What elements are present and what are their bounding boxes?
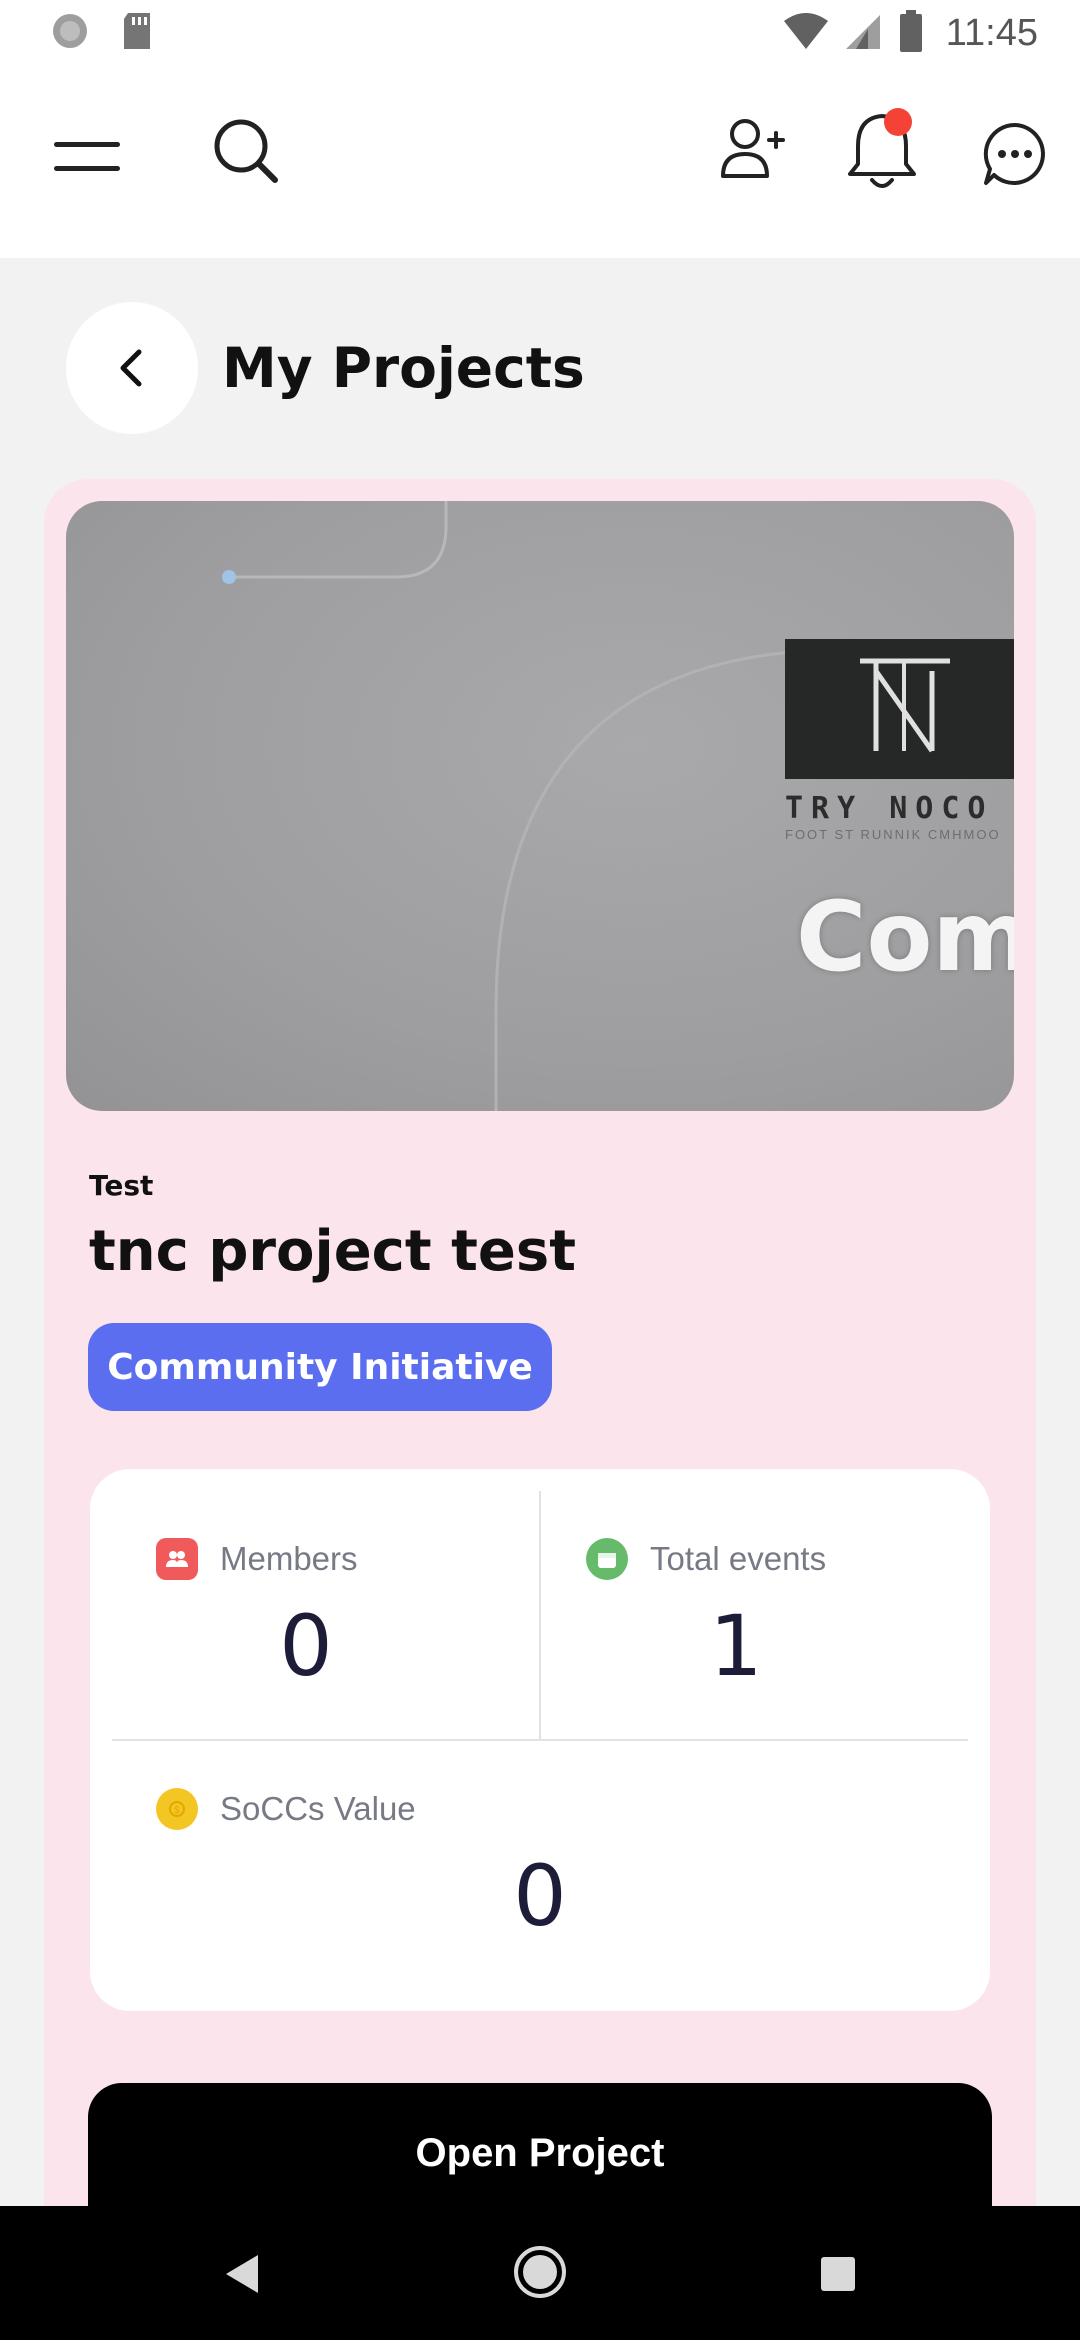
- stats-horizontal-divider: [112, 1739, 968, 1741]
- soccs-label: SoCCs Value: [220, 1790, 416, 1827]
- project-cover-image: TRY NOCO FOOT ST RUNNIK CMHMOO Com: [66, 501, 1014, 1111]
- soccs-value: 0: [513, 1847, 567, 1945]
- signal-icon: [844, 11, 884, 56]
- app-bar: [0, 66, 1080, 258]
- bell-icon[interactable]: [842, 104, 922, 196]
- sd-card-icon: [120, 11, 154, 56]
- nav-home-icon[interactable]: [508, 2240, 572, 2304]
- events-stat: Total events: [586, 1538, 826, 1580]
- menu-icon[interactable]: [50, 120, 126, 196]
- project-stats: Members 0 Total events 1 $ SoCCs Value 0: [90, 1469, 990, 2011]
- members-label: Members: [220, 1540, 358, 1577]
- tnc-logo-icon: [860, 658, 950, 753]
- logo-subtext: FOOT ST RUNNIK CMHMOO: [785, 827, 1001, 842]
- events-label: Total events: [650, 1540, 827, 1577]
- project-type-tag: Community Initiative: [88, 1323, 552, 1411]
- events-icon: [586, 1538, 628, 1580]
- page-header: My Projects: [66, 302, 585, 434]
- nav-back-icon[interactable]: [210, 2242, 274, 2306]
- members-stat: Members: [156, 1538, 358, 1580]
- back-button[interactable]: [66, 302, 198, 434]
- battery-icon: [898, 9, 924, 57]
- members-icon: [156, 1538, 198, 1580]
- members-value: 0: [279, 1597, 333, 1695]
- status-time: 11:45: [945, 11, 1038, 54]
- page-title: My Projects: [222, 336, 585, 400]
- sync-icon: [50, 11, 90, 56]
- add-user-icon[interactable]: [714, 106, 790, 192]
- logo-block: [785, 639, 1014, 779]
- soccs-stat: $ SoCCs Value: [156, 1788, 416, 1830]
- stats-vertical-divider: [539, 1491, 541, 1741]
- nav-recents-icon[interactable]: [806, 2242, 870, 2306]
- chat-icon[interactable]: [975, 114, 1055, 194]
- cover-overlay-text: Com: [796, 881, 1014, 993]
- project-card[interactable]: TRY NOCO FOOT ST RUNNIK CMHMOO Com Test …: [44, 479, 1036, 2340]
- status-bar: 11:45: [0, 0, 1080, 66]
- project-category: Test: [89, 1169, 154, 1202]
- search-icon[interactable]: [205, 110, 287, 192]
- svg-text:$: $: [174, 1805, 180, 1816]
- system-nav-bar: [0, 2206, 1080, 2340]
- wifi-icon: [782, 11, 830, 56]
- events-value: 1: [709, 1597, 763, 1695]
- chevron-left-icon: [120, 349, 142, 387]
- coin-icon: $: [156, 1788, 198, 1830]
- logo-text: TRY NOCO: [785, 791, 994, 826]
- project-title: tnc project test: [89, 1219, 576, 1284]
